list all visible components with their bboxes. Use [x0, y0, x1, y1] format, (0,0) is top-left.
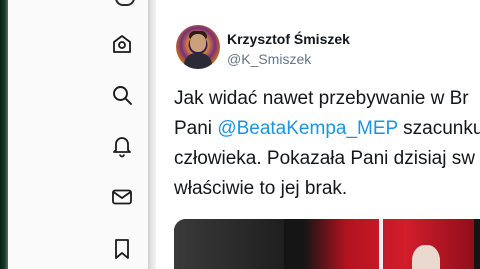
home-icon [113, 35, 131, 53]
tweet-line: Jak widać nawet przebywanie w Br [174, 88, 469, 109]
author-handle[interactable]: @K_Smiszek [227, 51, 311, 67]
mail-icon [112, 189, 132, 205]
tweet-line: człowieka. Pokazała Pani dzisiaj sw [174, 148, 475, 169]
nav-icon-partial[interactable] [115, 0, 135, 6]
tweet-line: właściwie to jej brak. [174, 178, 348, 199]
screen: Krzysztof Śmiszek @K_Smiszek Jak widać n… [0, 0, 480, 269]
tweet-media[interactable] [174, 219, 480, 269]
author-name[interactable]: Krzysztof Śmiszek [227, 31, 350, 47]
nav-item-search[interactable] [109, 82, 135, 108]
column-divider [148, 0, 156, 269]
sidebar-nav [8, 0, 148, 269]
avatar[interactable] [176, 25, 220, 69]
nav-item-home[interactable] [109, 31, 135, 57]
nav-item-messages[interactable] [109, 184, 135, 210]
search-icon [113, 86, 132, 105]
mention-link[interactable]: @BeataKempa_MEP [217, 118, 398, 139]
nav-item-bookmarks[interactable] [109, 236, 135, 262]
bell-icon [113, 137, 131, 158]
bookmark-icon [115, 239, 129, 259]
background-edge [0, 0, 8, 269]
tweet-line: Pani @BeataKempa_MEP szacunku [174, 118, 480, 139]
tweet-text: Jak widać nawet przebywanie w Br Pani @B… [174, 84, 480, 204]
nav-item-notifications[interactable] [109, 133, 135, 159]
